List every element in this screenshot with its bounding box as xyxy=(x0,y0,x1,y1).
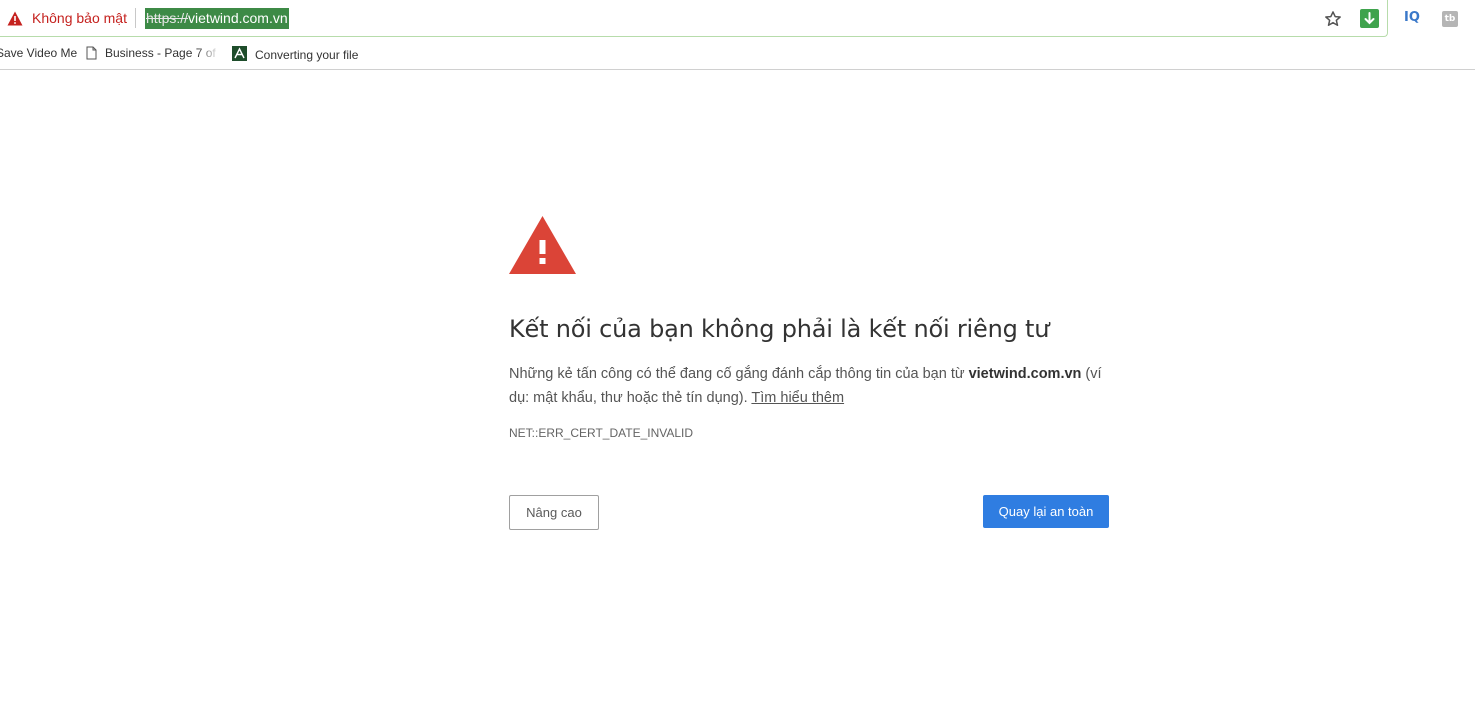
warning-icon xyxy=(509,216,576,274)
iq-extension-icon[interactable]: IQ xyxy=(1404,10,1420,25)
address-bar[interactable]: Không bảo mật https://vietwind.com.vn xyxy=(0,0,1388,37)
url-text[interactable]: https://vietwind.com.vn xyxy=(145,8,289,29)
site-host: vietwind.com.vn xyxy=(968,366,1082,382)
error-code: NET::ERR_CERT_DATE_INVALID xyxy=(509,426,694,440)
page-title: Kết nối của bạn không phải là kết nối ri… xyxy=(509,315,1050,343)
warning-description: Những kẻ tấn công có thể đang cố gắng đá… xyxy=(509,362,1119,410)
divider xyxy=(135,8,136,28)
bookmark-converting[interactable]: Converting your file xyxy=(232,46,358,62)
description-prefix: Những kẻ tấn công có thể đang cố gắng đá… xyxy=(509,366,969,382)
tb-extension-icon[interactable]: tb xyxy=(1442,11,1458,27)
converter-site-icon xyxy=(232,46,247,61)
page-icon xyxy=(86,46,97,60)
learn-more-link[interactable]: Tìm hiểu thêm xyxy=(751,390,844,406)
bookmark-save-video-me[interactable]: Save Video Me xyxy=(0,46,77,60)
back-to-safety-button[interactable]: Quay lại an toàn xyxy=(983,495,1109,528)
advanced-button[interactable]: Nâng cao xyxy=(509,495,599,530)
warning-icon[interactable] xyxy=(7,11,23,26)
bookmarks-bar: Save Video Me Business - Page 7 of 8 Con… xyxy=(0,38,1475,70)
security-status-label[interactable]: Không bảo mật xyxy=(32,10,127,26)
star-icon[interactable] xyxy=(1323,9,1343,29)
bookmark-label: Business - Page 7 of 8 xyxy=(105,46,220,60)
url-host: vietwind.com.vn xyxy=(188,10,288,26)
download-icon[interactable] xyxy=(1360,9,1379,28)
bookmark-label: Converting your file xyxy=(255,48,359,62)
bookmark-business[interactable]: Business - Page 7 of 8 xyxy=(86,46,220,61)
url-scheme: https:// xyxy=(146,10,189,26)
